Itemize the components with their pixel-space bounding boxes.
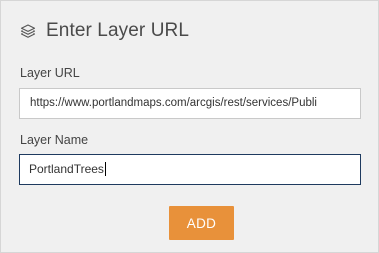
layer-name-value: PortlandTrees (29, 162, 104, 176)
layers-icon (19, 22, 37, 40)
layer-name-label: Layer Name (20, 133, 89, 147)
layer-url-input[interactable]: https://www.portlandmaps.com/arcgis/rest… (19, 88, 361, 119)
enter-layer-url-panel: Enter Layer URL Layer URL https://www.po… (0, 0, 379, 253)
panel-header: Enter Layer URL (19, 17, 189, 45)
add-button[interactable]: ADD (169, 206, 234, 240)
layer-url-value: https://www.portlandmaps.com/arcgis/rest… (30, 97, 317, 109)
text-caret (104, 161, 106, 176)
panel-title: Enter Layer URL (46, 20, 190, 41)
layer-url-label: Layer URL (20, 66, 80, 80)
layer-name-input[interactable]: PortlandTrees (19, 154, 361, 185)
